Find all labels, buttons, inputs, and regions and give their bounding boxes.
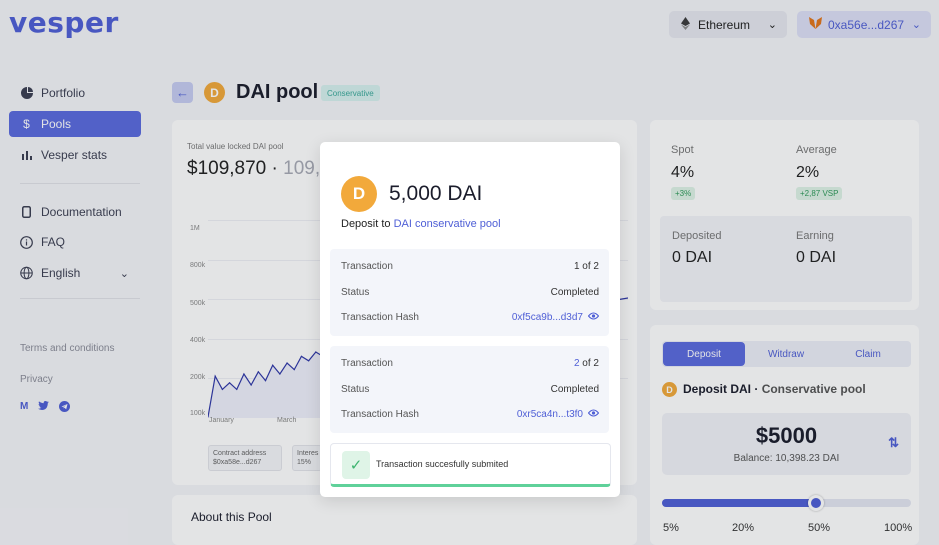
toast-message: Transaction succesfully submited	[376, 459, 509, 469]
success-toast: ✓ Transaction succesfully submited	[330, 443, 611, 487]
eye-icon[interactable]	[587, 311, 600, 323]
transaction-modal: D 5,000 DAI Deposit to DAI conservative …	[320, 142, 620, 497]
transaction-card-2: Transaction 2 of 2 Status Completed Tran…	[330, 346, 609, 433]
eye-icon[interactable]	[587, 408, 600, 420]
hash-row: Transaction Hash 0xr5ca4n...t3f0	[341, 407, 600, 421]
check-icon: ✓	[342, 451, 370, 479]
hash-row: Transaction Hash 0xf5ca9b...d3d7	[341, 310, 600, 324]
status-row: Status Completed	[341, 383, 599, 395]
transaction-row: Transaction 1 of 2	[341, 260, 599, 272]
transaction-hash-link[interactable]: 0xf5ca9b...d3d7	[512, 312, 583, 323]
transaction-card-1: Transaction 1 of 2 Status Completed Tran…	[330, 249, 609, 336]
modal-subtitle: Deposit to DAI conservative pool	[341, 218, 501, 230]
transaction-hash-link[interactable]: 0xr5ca4n...t3f0	[517, 409, 583, 420]
modal-amount: 5,000 DAI	[389, 182, 483, 205]
dai-coin-icon: D	[341, 176, 377, 212]
status-row: Status Completed	[341, 286, 599, 298]
transaction-row: Transaction 2 of 2	[341, 357, 599, 369]
